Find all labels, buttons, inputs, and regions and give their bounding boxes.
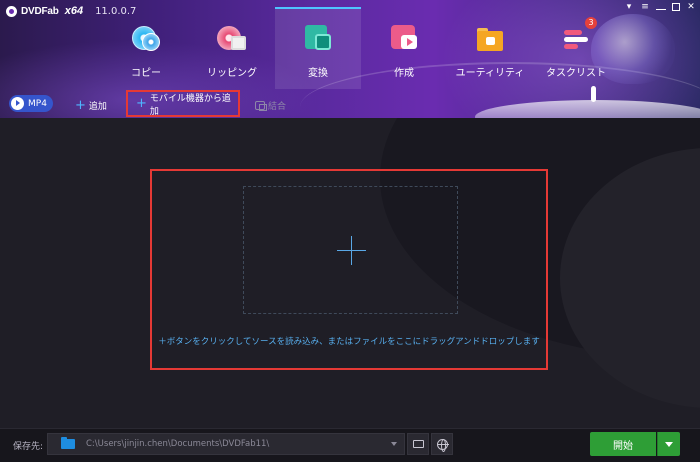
brand-name: DVDFab	[21, 5, 59, 17]
dropzone-hint: ＋ボタンをクリックしてソースを読み込み、またはファイルをここにドラッグアンドドロ…	[158, 337, 540, 347]
folder-icon	[61, 437, 75, 449]
add-button[interactable]: + 追加	[75, 92, 107, 118]
dvdfab-window: DVDFab x64 11.0.0.7 ▾ ≡ ✕ コピー リッピング 変換 作…	[0, 0, 700, 462]
merge-icon	[255, 100, 267, 111]
globe-icon	[436, 438, 449, 452]
large-plus-icon-vertical	[351, 236, 352, 265]
add-from-mobile-button[interactable]: + モバイル機器から追加	[126, 90, 240, 117]
add-mobile-label: モバイル機器から追加	[149, 93, 231, 117]
module-copy[interactable]: コピー	[103, 7, 189, 89]
module-ripper[interactable]: リッピング	[189, 7, 275, 89]
pin-icon[interactable]: ▾	[624, 2, 634, 12]
plus-icon: +	[75, 97, 86, 113]
video-create-icon	[389, 23, 419, 53]
brain-art-icon	[591, 14, 675, 84]
module-converter[interactable]: 変換	[275, 7, 361, 89]
profile-selector-button[interactable]: MP4	[9, 95, 53, 112]
video-convert-icon	[303, 23, 333, 53]
merge-label: 結合	[268, 101, 287, 112]
upload-web-button[interactable]	[431, 433, 453, 455]
footer-bar: 保存先: C:\Users\jinjin.chen\Documents\DVDF…	[0, 428, 700, 462]
module-copy-label: コピー	[131, 68, 161, 79]
minimize-icon[interactable]	[656, 4, 666, 10]
module-converter-label: 変換	[308, 68, 328, 79]
window-controls: ▾ ≡ ✕	[624, 2, 696, 12]
open-folder-icon	[412, 440, 424, 448]
disc-ripper-icon	[217, 23, 247, 53]
module-utility-label: ユーティリティ	[455, 68, 525, 79]
module-creator-label: 作成	[394, 68, 414, 79]
chevron-down-icon[interactable]	[391, 442, 397, 446]
action-toolbar: MP4 + 追加 + モバイル機器から追加 結合	[0, 90, 700, 118]
save-path-text: C:\Users\jinjin.chen\Documents\DVDFab11\	[86, 439, 270, 449]
module-ripper-label: リッピング	[207, 68, 257, 79]
play-circle-icon	[11, 97, 24, 110]
merge-button[interactable]: 結合	[255, 92, 286, 118]
save-to-label: 保存先:	[13, 442, 44, 452]
plus-icon: +	[136, 96, 147, 111]
profile-label: MP4	[28, 98, 47, 109]
source-area: ＋ボタンをクリックしてソースを読み込み、またはファイルをここにドラッグアンドドロ…	[0, 118, 700, 428]
toolbox-folder-icon	[475, 23, 505, 53]
maximize-icon[interactable]	[672, 3, 680, 11]
dvdfab-logo-icon	[6, 5, 17, 17]
start-button[interactable]: 開始	[590, 432, 656, 456]
brand-arch: x64	[64, 5, 84, 17]
disc-copy-icon	[131, 23, 161, 53]
save-path-dropdown[interactable]: C:\Users\jinjin.chen\Documents\DVDFab11\	[47, 433, 405, 455]
dropzone-add-source[interactable]	[243, 186, 458, 314]
close-icon[interactable]: ✕	[686, 2, 696, 12]
start-options-dropdown[interactable]	[657, 432, 680, 456]
menu-icon[interactable]: ≡	[640, 2, 650, 12]
module-nav: コピー リッピング 変換 作成 ユーティリティ 3 タスクリスト	[103, 7, 619, 89]
add-label: 追加	[88, 101, 107, 112]
browse-folder-button[interactable]	[407, 433, 429, 455]
module-creator[interactable]: 作成	[361, 7, 447, 89]
header-banner: DVDFab x64 11.0.0.7 ▾ ≡ ✕ コピー リッピング 変換 作…	[0, 0, 700, 118]
module-utility[interactable]: ユーティリティ	[447, 7, 533, 89]
